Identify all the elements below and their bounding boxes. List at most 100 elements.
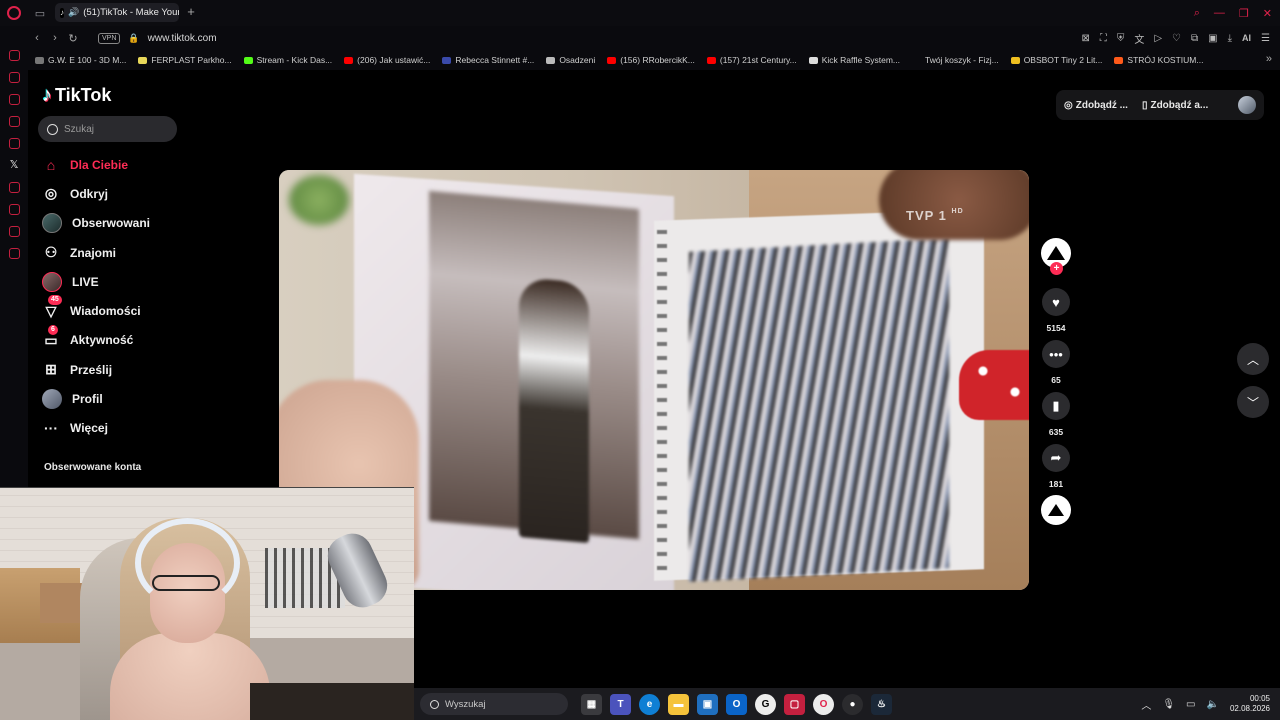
shield-icon[interactable]: ⛨ bbox=[1117, 33, 1125, 44]
get-app-label: Zdobądź a... bbox=[1150, 99, 1209, 111]
task-view-icon[interactable]: ▦ bbox=[581, 693, 602, 715]
steam-icon[interactable]: ♨ bbox=[871, 693, 892, 715]
bookmark-item[interactable]: Twój koszyk - Fizj... bbox=[912, 55, 999, 65]
coin-icon: ◎ bbox=[1064, 99, 1073, 111]
sidebar-item-live[interactable]: LIVE bbox=[42, 267, 150, 296]
sidebar-item-wiadomości[interactable]: ▽ 45 Wiadomości bbox=[42, 295, 150, 325]
settings-icon[interactable] bbox=[8, 248, 20, 259]
opera-taskbar-icon[interactable]: O bbox=[813, 693, 834, 715]
sidebar-item-label: Aktywność bbox=[70, 333, 134, 348]
search-tabs-icon[interactable]: ⌕ bbox=[1194, 7, 1200, 20]
clock-date: 02.08.2026 bbox=[1229, 704, 1270, 713]
sidebar-item-więcej[interactable]: ··· Więcej bbox=[42, 414, 150, 443]
bookmark-item[interactable]: OBSBOT Tiny 2 Lit... bbox=[1010, 55, 1102, 65]
pinboard-icon[interactable] bbox=[8, 138, 20, 149]
like-button[interactable]: ♥ bbox=[1042, 288, 1070, 316]
save-button[interactable]: ▮ bbox=[1042, 392, 1070, 420]
taskbar-search-input[interactable]: Wyszukaj bbox=[420, 693, 568, 715]
bookmark-item[interactable]: STRÓJ KOSTIUM... bbox=[1114, 55, 1203, 65]
bookmark-item[interactable]: (156) RRobercikK... bbox=[607, 55, 695, 65]
app-red-icon[interactable]: ▢ bbox=[784, 693, 805, 715]
clock[interactable]: 00:05 02.08.2026 bbox=[1230, 694, 1270, 714]
file-explorer-icon[interactable]: ▬ bbox=[668, 693, 689, 715]
app-g-icon[interactable]: G bbox=[755, 693, 776, 715]
bookmark-item[interactable]: Osadzeni bbox=[546, 55, 595, 65]
play-icon[interactable]: ▷ bbox=[1154, 33, 1162, 44]
bookmark-page-icon[interactable]: ⊠ bbox=[1081, 33, 1089, 44]
url-field[interactable]: www.tiktok.com bbox=[148, 33, 217, 44]
edge-icon[interactable]: e bbox=[639, 693, 660, 715]
tray-expand-icon[interactable]: ︿ bbox=[1141, 697, 1151, 712]
bookmark-item[interactable]: (206) Jak ustawić... bbox=[344, 55, 430, 65]
volume-icon[interactable]: 🔈 bbox=[1207, 699, 1219, 710]
speaker-icon[interactable]: 🔊 bbox=[68, 7, 79, 18]
bookmark-item[interactable]: Rebecca Stinnett #... bbox=[442, 55, 534, 65]
music-disc[interactable] bbox=[1041, 495, 1071, 525]
obs-icon[interactable]: ● bbox=[842, 693, 863, 715]
bookmark-item[interactable]: G.W. E 100 - 3D M... bbox=[35, 55, 126, 65]
lock-icon[interactable]: 🔒 bbox=[128, 33, 139, 44]
bookmark-item[interactable]: (157) 21st Century... bbox=[706, 55, 797, 65]
x-twitter-icon[interactable]: 𝕏 bbox=[9, 160, 20, 171]
translate-icon[interactable]: 文 bbox=[1134, 31, 1144, 46]
friends-icon: ⚇ bbox=[44, 244, 58, 261]
heart-icon[interactable]: ♡ bbox=[1172, 33, 1181, 44]
speed-dial-icon[interactable] bbox=[8, 50, 20, 61]
extensions-icon[interactable] bbox=[8, 226, 20, 237]
tiktok-logo[interactable]: ♪ TikTok bbox=[42, 84, 111, 107]
history-icon[interactable] bbox=[8, 204, 20, 215]
microphone-icon[interactable]: 🎙 bbox=[1162, 699, 1175, 710]
user-avatar[interactable] bbox=[1238, 96, 1256, 114]
new-tab-button[interactable]: + bbox=[184, 4, 198, 20]
profile-icon[interactable]: ▣ bbox=[1208, 33, 1217, 44]
easy-setup-icon[interactable]: ☰ bbox=[1261, 33, 1270, 44]
back-icon[interactable]: ‹ bbox=[28, 32, 46, 44]
search-input[interactable]: Szukaj bbox=[38, 116, 177, 142]
snapshot-icon[interactable]: ⛶ bbox=[1100, 33, 1107, 44]
reload-icon[interactable]: ↻ bbox=[64, 32, 82, 45]
minimize-icon[interactable]: — bbox=[1214, 7, 1225, 19]
browser-tab-tiktok[interactable]: ♪ 🔊 (51)TikTok - Make Your bbox=[55, 3, 179, 22]
maximize-icon[interactable]: ❐ bbox=[1239, 7, 1249, 20]
microsoft-store-icon[interactable]: ▣ bbox=[697, 693, 718, 715]
more-bookmarks-icon[interactable]: » bbox=[1266, 53, 1272, 65]
sidebar-item-odkryj[interactable]: ◎ Odkryj bbox=[42, 179, 150, 208]
sidebar-item-dla-ciebie[interactable]: ⌂ Dla Ciebie bbox=[42, 150, 150, 179]
address-bar-tools: ⊠ ⛶ ⛨ 文 ▷ ♡ ⧉ ▣ ⤓ AI ☰ bbox=[1081, 26, 1270, 50]
get-app-button[interactable]: ▯ Zdobądź a... bbox=[1142, 100, 1208, 111]
share-button[interactable]: ➦ bbox=[1042, 444, 1070, 472]
bookmark-label: Rebecca Stinnett #... bbox=[455, 55, 535, 65]
shopping-icon[interactable] bbox=[8, 72, 20, 83]
chevron-down-icon: ﹀ bbox=[1246, 395, 1259, 410]
get-coins-button[interactable]: ◎ Zdobądź ... bbox=[1064, 100, 1128, 111]
bookmarks-icon[interactable] bbox=[8, 116, 20, 127]
teams-icon[interactable]: T bbox=[610, 693, 631, 715]
bookmark-item[interactable]: Stream - Kick Das... bbox=[243, 55, 332, 65]
bookmark-item[interactable]: FERPLAST Parkho... bbox=[138, 55, 232, 65]
vpn-badge[interactable]: VPN bbox=[98, 32, 121, 44]
ai-label: AI bbox=[1242, 33, 1252, 43]
forward-icon[interactable]: › bbox=[46, 32, 64, 44]
sidebar-item-prześlij[interactable]: ⊞ Prześlij bbox=[42, 355, 150, 384]
sidebar-item-aktywność[interactable]: ▭ 6 Aktywność bbox=[42, 324, 150, 355]
follow-button[interactable]: + bbox=[1050, 262, 1063, 275]
bookmark-item[interactable]: Kick Raffle System... bbox=[808, 55, 900, 65]
phone-icon: ▯ bbox=[1141, 99, 1148, 111]
player-icon[interactable] bbox=[8, 182, 20, 193]
ai-button[interactable]: AI bbox=[1242, 33, 1251, 43]
sidebar-item-profil[interactable]: Profil bbox=[42, 384, 150, 413]
next-video-button[interactable]: ﹀ bbox=[1237, 386, 1269, 418]
messenger-icon[interactable] bbox=[8, 94, 20, 105]
comment-button[interactable]: ••• bbox=[1042, 340, 1070, 368]
outlook-icon[interactable]: O bbox=[726, 693, 747, 715]
tab-overview-icon[interactable]: ▭ bbox=[28, 0, 52, 26]
sidebar-item-znajomi[interactable]: ⚇ Znajomi bbox=[42, 238, 150, 267]
previous-video-button[interactable]: ︿ bbox=[1237, 343, 1269, 375]
extensions-puzzle-icon[interactable]: ⧉ bbox=[1191, 33, 1198, 44]
bookmark-favicon-icon bbox=[344, 56, 354, 64]
opera-menu-button[interactable] bbox=[0, 0, 28, 26]
network-icon[interactable]: ▭ bbox=[1186, 699, 1195, 710]
download-icon[interactable]: ⤓ bbox=[1228, 33, 1232, 44]
sidebar-item-obserwowani[interactable]: Obserwowani bbox=[42, 209, 150, 238]
close-icon[interactable]: ✕ bbox=[1263, 7, 1272, 20]
